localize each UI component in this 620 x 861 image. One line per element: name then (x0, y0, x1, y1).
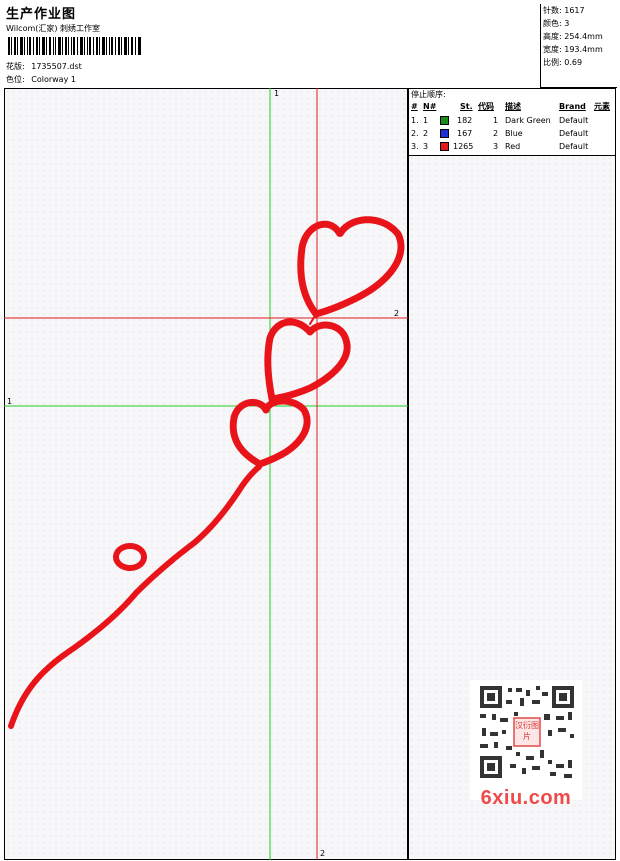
stat-value: 3 (564, 19, 570, 28)
page-title: 生产作业图 (6, 7, 77, 22)
stat-label: 比例: (543, 58, 562, 67)
green-guide-label-left: 1 (7, 397, 12, 406)
row-brand: Default (559, 142, 589, 151)
red-guide-label-bottom: 2 (320, 849, 325, 858)
design-label: 花版: (6, 62, 25, 71)
col-brand: Brand (559, 102, 586, 111)
row-code: 1 (493, 116, 499, 125)
table-row: 3. 3 1265 3 Red Default (409, 141, 615, 153)
col-desc: 描述 (505, 102, 521, 111)
row-number: 1 (423, 116, 429, 125)
row-index: 1. (411, 116, 419, 125)
design-file-row: 花版: 1735507.dst (6, 62, 82, 72)
watermark-text: 6xiu.com (480, 787, 572, 809)
stat-height: 高度: 254.4mm (543, 32, 603, 42)
colorway-label: 色位: (6, 75, 25, 84)
stat-width: 宽度: 193.4mm (543, 45, 603, 55)
stat-label: 高度: (543, 32, 562, 41)
design-value: 1735507.dst (31, 62, 82, 71)
stat-scale: 比例: 0.69 (543, 58, 582, 68)
row-desc: Blue (505, 129, 523, 138)
col-num: N# (423, 102, 437, 111)
row-index: 3. (411, 142, 419, 151)
row-brand: Default (559, 116, 589, 125)
barcode-icon (8, 37, 142, 55)
red-guide-label-right: 2 (394, 309, 399, 318)
qr-watermark: 汉衍图片 6xiu.com (470, 680, 582, 809)
row-brand: Default (559, 129, 589, 138)
col-stitches: St. (460, 102, 473, 111)
stat-colors: 颜色: 3 (543, 19, 569, 29)
color-swatch (440, 129, 449, 138)
row-number: 2 (423, 129, 429, 138)
colorway-row: 色位: Colorway 1 (6, 75, 76, 85)
row-number: 3 (423, 142, 429, 151)
green-guide-label-top: 1 (274, 89, 279, 98)
stat-value: 0.69 (564, 58, 583, 67)
stats-box: 针数: 1617 颜色: 3 高度: 254.4mm 宽度: 193.4mm 比… (540, 4, 617, 88)
table-row: 2. 2 167 2 Blue Default (409, 128, 615, 140)
color-swatch (440, 116, 449, 125)
stat-value: 193.4mm (564, 45, 603, 54)
row-stitches: 1265 (453, 142, 474, 151)
stat-label: 宽度: (543, 45, 562, 54)
stat-label: 颜色: (543, 19, 562, 28)
stem-stitch (8, 463, 263, 729)
row-stitches: 182 (457, 116, 473, 125)
color-swatch (440, 142, 449, 151)
row-stitches: 167 (457, 129, 473, 138)
stat-value: 1617 (564, 6, 585, 15)
stat-value: 254.4mm (564, 32, 603, 41)
row-desc: Dark Green (505, 116, 551, 125)
col-element: 元素 (594, 102, 610, 111)
heart-middle-stitch (264, 318, 351, 403)
table-row: 1. 1 182 1 Dark Green Default (409, 115, 615, 127)
col-hash: # (411, 102, 418, 111)
qr-center-badge: 汉衍图片 (515, 721, 539, 741)
heart-top-stitch (297, 216, 405, 318)
embroidery-preview: 1 1 2 2 (4, 88, 408, 860)
row-desc: Red (505, 142, 521, 151)
company-name: Wilcom(汇家) 刺绣工作室 (6, 24, 101, 33)
stop-sequence-table: 停止顺序: # N# St. 代码 描述 Brand 元素 1. 1 182 1… (409, 89, 615, 156)
stop-sequence-title: 停止顺序: (411, 90, 446, 99)
row-code: 2 (493, 129, 499, 138)
col-code: 代码 (478, 102, 494, 111)
colorway-value: Colorway 1 (31, 75, 76, 84)
stat-label: 针数: (543, 6, 562, 15)
row-index: 2. (411, 129, 419, 138)
stat-stitches: 针数: 1617 (543, 6, 585, 16)
row-code: 3 (493, 142, 499, 151)
